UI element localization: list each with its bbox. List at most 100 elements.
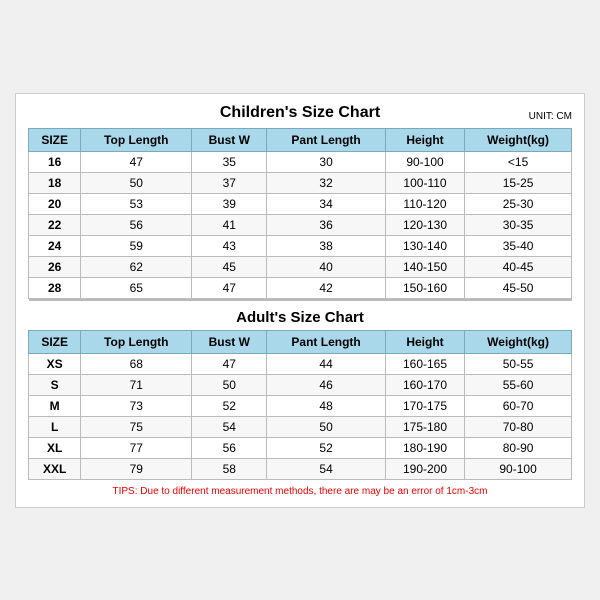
table-row: 20533934110-12025-30 bbox=[29, 193, 572, 214]
table-cell: 40 bbox=[267, 256, 386, 277]
adults-size-table: Adult's Size Chart SIZE Top Length Bust … bbox=[28, 299, 572, 480]
table-cell: 120-130 bbox=[385, 214, 464, 235]
table-cell: 30-35 bbox=[465, 214, 572, 235]
table-cell: 40-45 bbox=[465, 256, 572, 277]
children-col-height: Height bbox=[385, 128, 464, 151]
table-cell: 36 bbox=[267, 214, 386, 235]
table-cell: 100-110 bbox=[385, 172, 464, 193]
table-cell: 50-55 bbox=[465, 353, 572, 374]
table-cell: 180-190 bbox=[385, 437, 464, 458]
table-cell: 45 bbox=[192, 256, 267, 277]
table-row: XL775652180-19080-90 bbox=[29, 437, 572, 458]
table-cell: 26 bbox=[29, 256, 81, 277]
adults-chart-title: Adult's Size Chart bbox=[29, 300, 572, 331]
table-cell: 38 bbox=[267, 235, 386, 256]
table-cell: M bbox=[29, 395, 81, 416]
table-cell: 75 bbox=[81, 416, 192, 437]
children-col-toplength: Top Length bbox=[81, 128, 192, 151]
table-cell: 43 bbox=[192, 235, 267, 256]
unit-label: UNIT: CM bbox=[529, 111, 572, 122]
table-cell: 59 bbox=[81, 235, 192, 256]
table-cell: 28 bbox=[29, 277, 81, 298]
table-cell: 62 bbox=[81, 256, 192, 277]
table-cell: 37 bbox=[192, 172, 267, 193]
table-cell: 58 bbox=[192, 458, 267, 479]
table-cell: 80-90 bbox=[465, 437, 572, 458]
table-cell: 52 bbox=[192, 395, 267, 416]
table-cell: 50 bbox=[81, 172, 192, 193]
table-row: 28654742150-16045-50 bbox=[29, 277, 572, 298]
table-row: 1647353090-100<15 bbox=[29, 151, 572, 172]
table-cell: 56 bbox=[81, 214, 192, 235]
table-cell: 65 bbox=[81, 277, 192, 298]
children-chart-title: Children's Size Chart bbox=[220, 104, 380, 122]
table-cell: 175-180 bbox=[385, 416, 464, 437]
adults-title-row: Adult's Size Chart bbox=[29, 300, 572, 331]
table-cell: 140-150 bbox=[385, 256, 464, 277]
table-cell: 90-100 bbox=[385, 151, 464, 172]
table-cell: 77 bbox=[81, 437, 192, 458]
table-cell: 41 bbox=[192, 214, 267, 235]
table-cell: 53 bbox=[81, 193, 192, 214]
table-cell: 47 bbox=[192, 353, 267, 374]
table-cell: 47 bbox=[192, 277, 267, 298]
table-cell: 71 bbox=[81, 374, 192, 395]
table-cell: 44 bbox=[267, 353, 386, 374]
table-cell: 160-170 bbox=[385, 374, 464, 395]
chart-container: Children's Size Chart UNIT: CM SIZE Top … bbox=[15, 93, 585, 508]
table-cell: 160-165 bbox=[385, 353, 464, 374]
table-cell: 68 bbox=[81, 353, 192, 374]
table-cell: 48 bbox=[267, 395, 386, 416]
adults-col-height: Height bbox=[385, 330, 464, 353]
table-cell: <15 bbox=[465, 151, 572, 172]
table-cell: 70-80 bbox=[465, 416, 572, 437]
adults-col-pantlength: Pant Length bbox=[267, 330, 386, 353]
table-cell: 20 bbox=[29, 193, 81, 214]
table-cell: 130-140 bbox=[385, 235, 464, 256]
table-cell: 47 bbox=[81, 151, 192, 172]
table-cell: 54 bbox=[192, 416, 267, 437]
tips-text: TIPS: Due to different measurement metho… bbox=[28, 486, 572, 497]
table-cell: 55-60 bbox=[465, 374, 572, 395]
table-row: M735248170-17560-70 bbox=[29, 395, 572, 416]
table-row: XS684744160-16550-55 bbox=[29, 353, 572, 374]
table-cell: XS bbox=[29, 353, 81, 374]
table-cell: XL bbox=[29, 437, 81, 458]
table-row: 18503732100-11015-25 bbox=[29, 172, 572, 193]
adults-col-size: SIZE bbox=[29, 330, 81, 353]
table-cell: XXL bbox=[29, 458, 81, 479]
table-cell: 35 bbox=[192, 151, 267, 172]
table-cell: 24 bbox=[29, 235, 81, 256]
table-cell: 79 bbox=[81, 458, 192, 479]
table-cell: 56 bbox=[192, 437, 267, 458]
table-cell: S bbox=[29, 374, 81, 395]
table-cell: 22 bbox=[29, 214, 81, 235]
children-col-weight: Weight(kg) bbox=[465, 128, 572, 151]
children-header-row: SIZE Top Length Bust W Pant Length Heigh… bbox=[29, 128, 572, 151]
table-cell: 170-175 bbox=[385, 395, 464, 416]
table-cell: 50 bbox=[267, 416, 386, 437]
table-cell: 18 bbox=[29, 172, 81, 193]
table-cell: 54 bbox=[267, 458, 386, 479]
table-cell: 150-160 bbox=[385, 277, 464, 298]
table-cell: 52 bbox=[267, 437, 386, 458]
children-col-pantlength: Pant Length bbox=[267, 128, 386, 151]
table-cell: L bbox=[29, 416, 81, 437]
children-size-table: SIZE Top Length Bust W Pant Length Heigh… bbox=[28, 128, 572, 299]
children-col-size: SIZE bbox=[29, 128, 81, 151]
table-cell: 35-40 bbox=[465, 235, 572, 256]
table-cell: 25-30 bbox=[465, 193, 572, 214]
table-cell: 39 bbox=[192, 193, 267, 214]
table-cell: 60-70 bbox=[465, 395, 572, 416]
adults-header-row: SIZE Top Length Bust W Pant Length Heigh… bbox=[29, 330, 572, 353]
children-col-bustw: Bust W bbox=[192, 128, 267, 151]
table-cell: 90-100 bbox=[465, 458, 572, 479]
adults-col-toplength: Top Length bbox=[81, 330, 192, 353]
table-row: 22564136120-13030-35 bbox=[29, 214, 572, 235]
table-row: 26624540140-15040-45 bbox=[29, 256, 572, 277]
table-cell: 16 bbox=[29, 151, 81, 172]
table-row: L755450175-18070-80 bbox=[29, 416, 572, 437]
adults-col-bustw: Bust W bbox=[192, 330, 267, 353]
table-cell: 110-120 bbox=[385, 193, 464, 214]
title-row: Children's Size Chart UNIT: CM bbox=[28, 104, 572, 122]
